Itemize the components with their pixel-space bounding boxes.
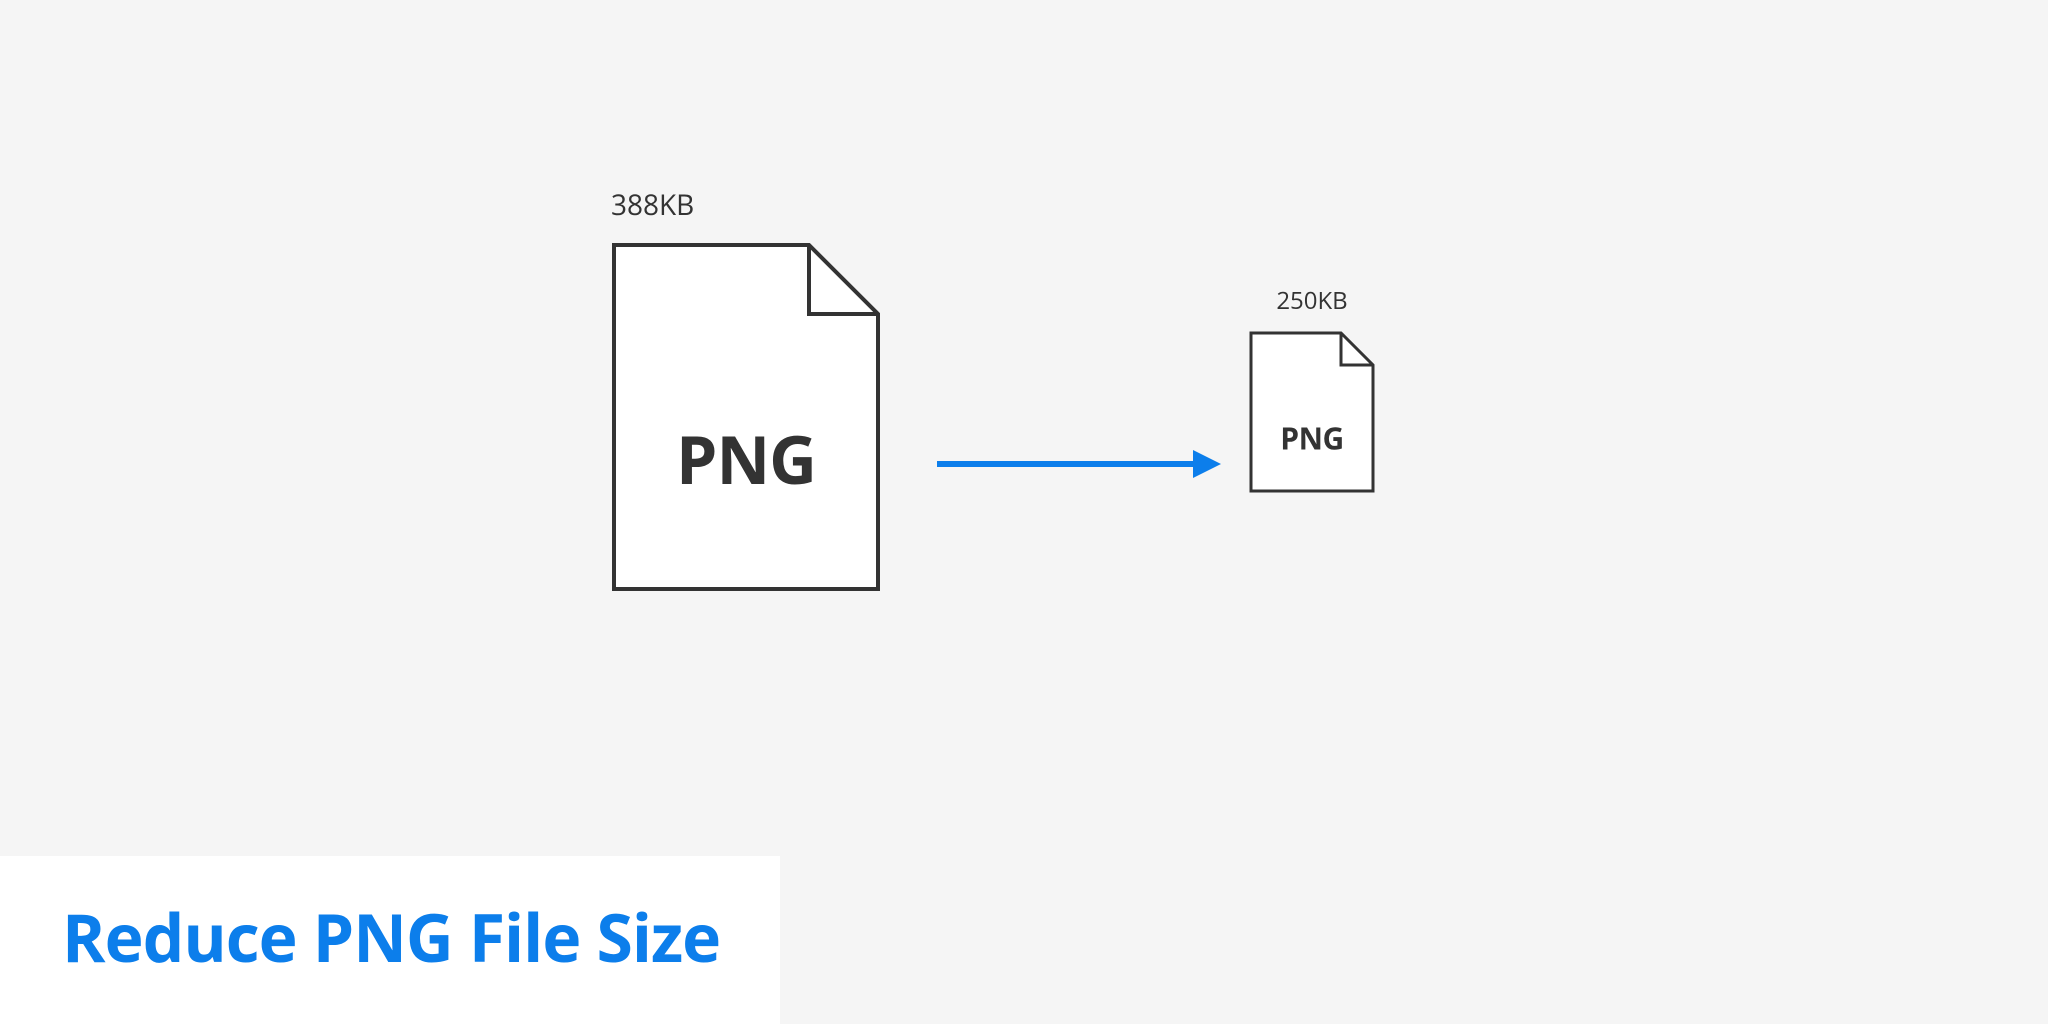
- diagram-title: Reduce PNG File Size: [62, 892, 720, 982]
- result-file-format-label: PNG: [1280, 417, 1343, 458]
- source-file-format-label: PNG: [676, 414, 816, 504]
- diagram-canvas: 388KB PNG 250KB PNG Reduce PNG File Size: [0, 0, 2048, 1024]
- result-file-size-label: 250KB: [1276, 284, 1347, 317]
- title-banner: Reduce PNG File Size: [0, 856, 780, 1024]
- png-file-icon: PNG: [1249, 331, 1375, 498]
- arrow-icon: [935, 444, 1225, 489]
- source-file-group: 388KB PNG: [611, 186, 881, 597]
- result-file-group: 250KB PNG: [1249, 284, 1375, 498]
- source-file-size-label: 388KB: [611, 186, 694, 224]
- png-file-icon: PNG: [611, 242, 881, 597]
